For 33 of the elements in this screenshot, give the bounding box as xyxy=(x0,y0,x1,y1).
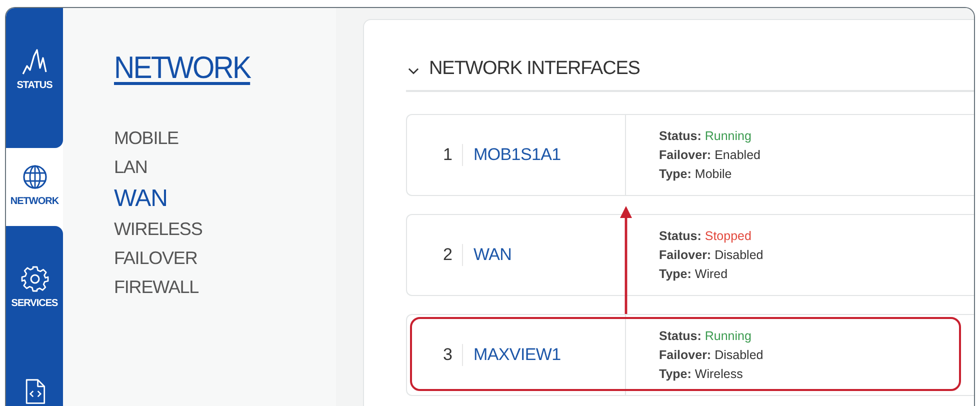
globe-icon xyxy=(20,162,48,192)
row-number: 1 xyxy=(443,144,464,166)
detail-text: Type: Wireless xyxy=(659,366,744,383)
detail-text: Failover: Disabled xyxy=(659,247,764,264)
section-header[interactable]: NETWORK INTERFACES xyxy=(406,58,974,92)
submenu-item[interactable]: WIRELESS xyxy=(114,215,202,244)
submenu-item[interactable]: MOBILE xyxy=(114,124,178,153)
interface-link[interactable]: MAXVIEW1 xyxy=(463,345,561,365)
submenu-item[interactable]: WAN xyxy=(114,182,168,215)
detail-text: Type: Wired xyxy=(659,266,729,283)
row-number: 3 xyxy=(443,344,464,366)
interface-row[interactable]: 3 MAXVIEW1 Status: Running Failover: Disabled Type: Wireless xyxy=(406,314,974,396)
detail-text: Status: Stopped xyxy=(659,228,752,245)
detail-text: Status: Running xyxy=(659,128,752,145)
nav-tab[interactable] xyxy=(6,370,63,406)
interface-link[interactable]: WAN xyxy=(463,245,512,265)
gear-icon xyxy=(20,264,48,294)
nav-tab[interactable]: SERVICES xyxy=(6,226,63,370)
submenu-item[interactable]: LAN xyxy=(114,153,148,182)
submenu-item[interactable]: FIREWALL xyxy=(114,273,199,302)
nav-tab[interactable]: STATUS xyxy=(6,8,63,148)
interface-link[interactable]: MOB1S1A1 xyxy=(463,145,561,165)
detail-text: Status: Running xyxy=(659,328,752,345)
wave-icon xyxy=(20,46,48,76)
submenu-item[interactable]: FAILOVER xyxy=(114,244,198,273)
interface-row[interactable]: 1 MOB1S1A1 Status: Running Failover: Enabled Type: Mobile xyxy=(406,114,974,196)
chevron-icon xyxy=(408,67,419,75)
row-number: 2 xyxy=(443,244,464,266)
detail-text: Type: Mobile xyxy=(659,166,733,183)
interface-row[interactable]: 2 WAN Status: Stopped Failover: Disabled Type: Wired xyxy=(406,214,974,296)
detail-text: Failover: Enabled xyxy=(659,147,760,164)
detail-text: Failover: Disabled xyxy=(659,347,764,364)
page-title-link[interactable]: NETWORK xyxy=(114,50,250,86)
